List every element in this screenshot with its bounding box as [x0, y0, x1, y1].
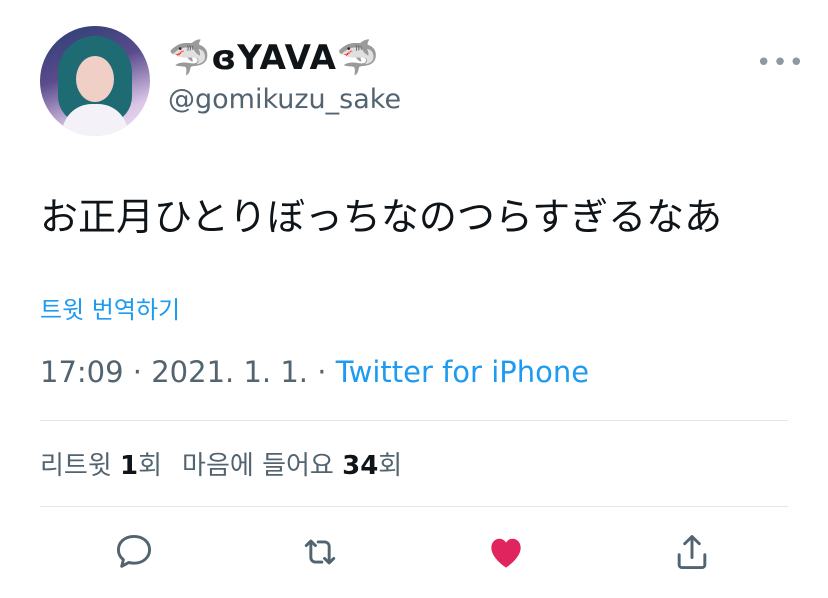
tweet-text: お正月ひとりぼっちなのつらすぎるなあ — [40, 195, 723, 239]
avatar-face — [76, 56, 114, 102]
user-handle[interactable]: @gomikuzu_sake — [168, 84, 401, 115]
tweet-date[interactable]: 2021. 1. 1. — [151, 355, 308, 389]
share-icon — [677, 535, 707, 570]
meta-separator: · — [308, 355, 336, 389]
like-count: 34 — [342, 451, 379, 481]
like-suffix: 회 — [378, 451, 403, 481]
meta-separator: · — [123, 355, 152, 389]
retweet-suffix: 회 — [138, 451, 163, 481]
retweet-count: 1 — [120, 451, 139, 481]
like-label: 마음에 들어요 — [182, 451, 343, 481]
tweet-actions-bar — [0, 530, 828, 578]
like-stat[interactable]: 마음에 들어요 34회 — [182, 451, 402, 481]
tweet-metadata: 17:09 · 2021. 1. 1. · Twitter for iPhone — [40, 355, 589, 389]
retweet-label: 리트윗 — [40, 451, 121, 481]
profile-avatar[interactable] — [40, 26, 150, 136]
divider — [40, 506, 788, 507]
share-button[interactable] — [670, 530, 714, 574]
more-options-icon[interactable]: ••• — [756, 48, 805, 78]
divider — [40, 420, 788, 421]
tweet-time: 17:09 — [40, 355, 124, 389]
retweet-stat[interactable]: 리트윗 1회 — [40, 451, 162, 481]
display-name[interactable]: 🦈ɞYAVA🦈 — [168, 38, 380, 78]
tweet-source-link[interactable]: Twitter for iPhone — [336, 355, 589, 389]
translate-tweet-link[interactable]: 트윗 번역하기 — [40, 290, 180, 325]
retweet-icon — [304, 539, 336, 565]
retweet-button[interactable] — [298, 530, 342, 574]
heart-icon — [491, 538, 521, 568]
like-button[interactable] — [484, 530, 528, 574]
comment-bubble-icon — [116, 534, 152, 568]
reply-button[interactable] — [112, 530, 156, 574]
engagement-stats: 리트윗 1회 마음에 들어요 34회 — [40, 445, 402, 482]
